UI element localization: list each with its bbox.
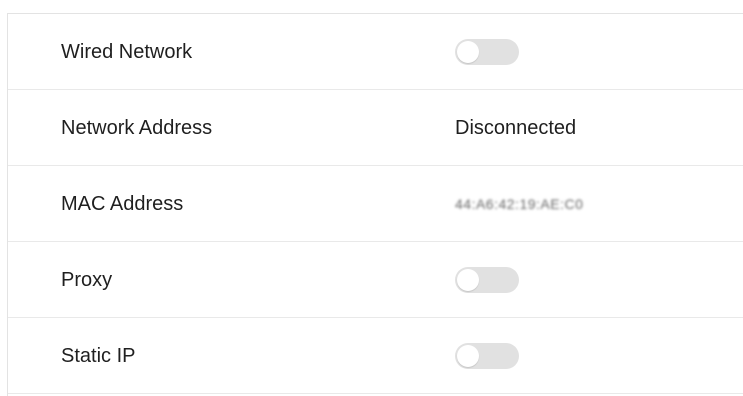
network-settings-panel: Wired Network Network Address Disconnect… [7,13,743,396]
static-ip-toggle[interactable] [455,342,519,369]
row-proxy: Proxy [8,242,743,318]
wired-network-toggle[interactable] [455,38,519,65]
toggle-knob [457,268,479,291]
mac-address-label: MAC Address [61,192,184,215]
network-address-label: Network Address [61,116,213,139]
row-mac-address: MAC Address 44:A6:42:19:AE:C0 [8,166,743,242]
toggle-knob [457,344,479,367]
network-address-value: Disconnected [455,116,577,139]
static-ip-label: Static IP [61,344,136,367]
row-wired-network: Wired Network [8,14,743,90]
row-network-address: Network Address Disconnected [8,90,743,166]
row-static-ip: Static IP [8,318,743,394]
mac-address-value: 44:A6:42:19:AE:C0 [455,195,584,212]
wired-network-label: Wired Network [61,40,193,63]
proxy-toggle[interactable] [455,266,519,293]
proxy-label: Proxy [61,268,113,291]
toggle-knob [457,40,479,63]
